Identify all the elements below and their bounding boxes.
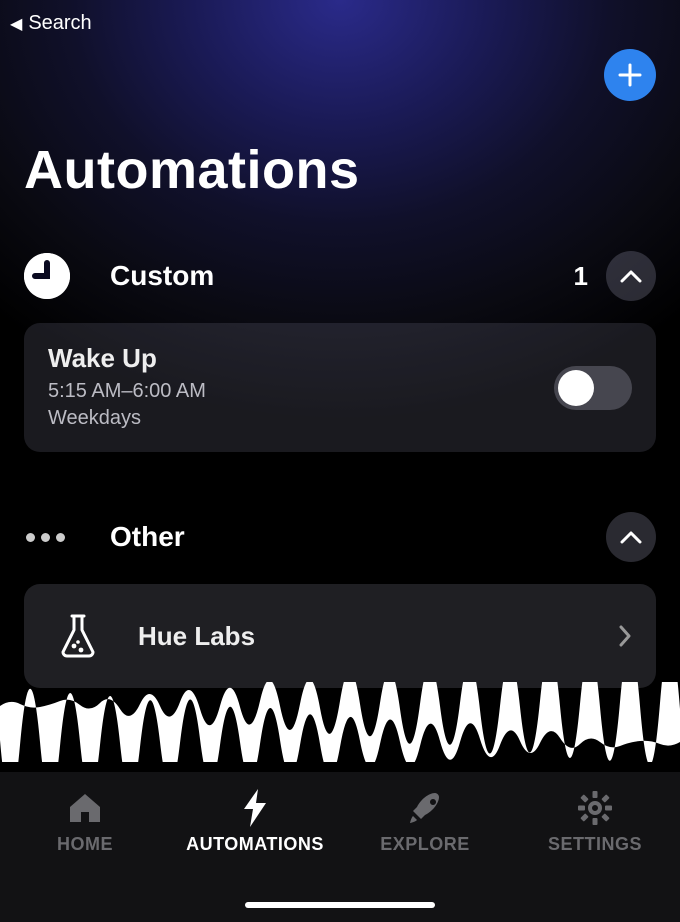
tab-explore[interactable]: EXPLORE <box>345 788 505 855</box>
chevron-right-icon <box>618 625 632 647</box>
bolt-icon <box>242 789 268 827</box>
gear-icon <box>577 790 613 826</box>
tab-settings-label: SETTINGS <box>548 834 642 855</box>
automation-toggle[interactable] <box>554 366 632 410</box>
page-title: Automations <box>24 139 656 201</box>
tab-automations-label: AUTOMATIONS <box>186 834 324 855</box>
back-caret-icon: ◀ <box>10 14 22 34</box>
tab-settings[interactable]: SETTINGS <box>515 788 675 855</box>
bottom-nav: HOME AUTOMATIONS EXPLORE <box>0 772 680 922</box>
automation-wake-up[interactable]: Wake Up 5:15 AM–6:00 AM Weekdays <box>24 323 656 452</box>
clock-icon <box>24 253 70 299</box>
section-other-label: Other <box>110 521 185 553</box>
rocket-icon <box>407 790 443 826</box>
collapse-custom-button[interactable] <box>606 251 656 301</box>
collapse-other-button[interactable] <box>606 512 656 562</box>
section-other: Other Hue Labs <box>0 512 680 688</box>
chevron-up-icon <box>620 269 642 283</box>
plus-icon <box>617 62 643 88</box>
more-dots-icon <box>24 533 70 542</box>
automation-time: 5:15 AM–6:00 AM <box>48 378 206 405</box>
home-indicator[interactable] <box>245 902 435 908</box>
hue-labs-label: Hue Labs <box>138 621 255 652</box>
automation-days: Weekdays <box>48 405 206 432</box>
back-label: Search <box>28 12 91 35</box>
tab-home-label: HOME <box>57 834 113 855</box>
chevron-up-icon <box>620 530 642 544</box>
back-to-search[interactable]: ◀ Search <box>0 8 680 39</box>
torn-edge-decoration <box>0 682 680 762</box>
hue-labs-item[interactable]: Hue Labs <box>24 584 656 688</box>
section-custom: Custom 1 Wake Up 5:15 AM–6:00 AM Weekday… <box>0 251 680 452</box>
automation-title: Wake Up <box>48 343 206 374</box>
home-icon <box>67 791 103 825</box>
tab-explore-label: EXPLORE <box>380 834 470 855</box>
tab-automations[interactable]: AUTOMATIONS <box>175 788 335 855</box>
section-custom-label: Custom <box>110 260 214 292</box>
add-automation-button[interactable] <box>604 49 656 101</box>
section-custom-count: 1 <box>574 261 588 292</box>
flask-icon <box>58 614 98 658</box>
tab-home[interactable]: HOME <box>5 788 165 855</box>
